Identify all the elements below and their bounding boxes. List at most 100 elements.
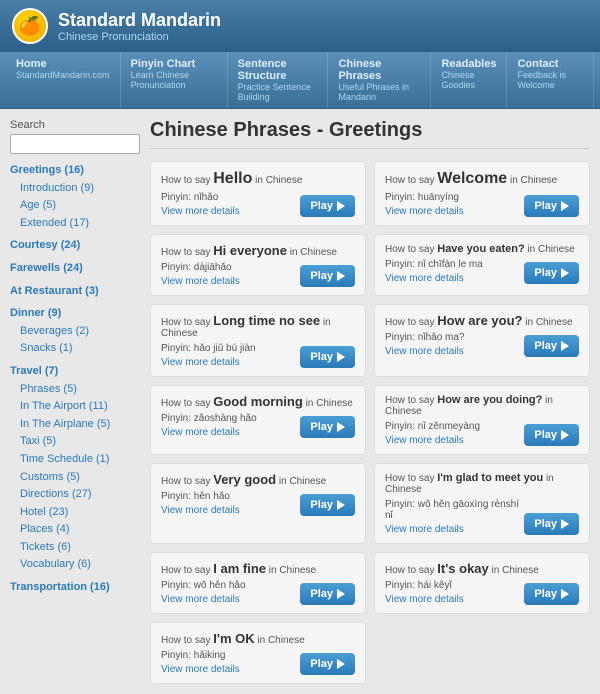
play-triangle-icon: [561, 201, 569, 211]
play-button[interactable]: Play: [524, 195, 579, 217]
sidebar-subitem[interactable]: Customs (5): [10, 469, 140, 487]
phrase-how-to: How to say I am fine in Chinese: [161, 561, 355, 576]
sidebar-subitem[interactable]: Vocabulary (6): [10, 556, 140, 574]
phrase-card: How to say It's okay in Chinese Pinyin: …: [374, 552, 590, 614]
play-triangle-icon: [561, 519, 569, 529]
sidebar-subitem[interactable]: Beverages (2): [10, 323, 140, 341]
phrase-card: How to say Good morning in Chinese Pinyi…: [150, 385, 366, 455]
nav-item-home[interactable]: HomeStandardMandarin.com: [6, 52, 121, 108]
play-button[interactable]: Play: [300, 416, 355, 438]
play-button[interactable]: Play: [300, 494, 355, 516]
sidebar-subitem[interactable]: Introduction (9): [10, 180, 140, 198]
nav-item-contact[interactable]: ContactFeedback is Welcome: [507, 52, 594, 108]
sidebar-subitem[interactable]: Places (4): [10, 521, 140, 539]
phrase-word: Hi everyone: [213, 243, 287, 258]
phrase-card: How to say I'm OK in Chinese Pinyin: hǎi…: [150, 622, 366, 684]
sidebar-category[interactable]: Courtesy (24): [10, 237, 140, 255]
play-triangle-icon: [561, 268, 569, 278]
phrase-how-to: How to say Have you eaten? in Chinese: [385, 243, 579, 255]
sidebar-category[interactable]: Travel (7): [10, 363, 140, 381]
phrase-card: How to say How are you? in Chinese Pinyi…: [374, 304, 590, 377]
phrase-card-row: Pinyin: zǎoshàng hǎo View more details P…: [161, 413, 355, 438]
phrase-view-details[interactable]: View more details: [385, 435, 464, 446]
play-triangle-icon: [337, 659, 345, 669]
phrase-left: Pinyin: hěn hǎo View more details: [161, 491, 300, 516]
sidebar-subitem[interactable]: Age (5): [10, 197, 140, 215]
play-triangle-icon: [561, 341, 569, 351]
sidebar-subitem[interactable]: Taxi (5): [10, 433, 140, 451]
play-button[interactable]: Play: [524, 513, 579, 535]
header-text: Standard Mandarin Chinese Pronunciation: [58, 10, 221, 43]
sidebar-subitem[interactable]: Tickets (6): [10, 539, 140, 557]
phrase-view-details[interactable]: View more details: [161, 505, 240, 516]
phrase-pinyin: Pinyin: hǎiking: [161, 650, 300, 661]
phrase-how-to: How to say I'm OK in Chinese: [161, 631, 355, 646]
sidebar-subitem[interactable]: Time Schedule (1): [10, 451, 140, 469]
phrase-view-details[interactable]: View more details: [385, 346, 464, 357]
phrase-view-details[interactable]: View more details: [161, 427, 240, 438]
sidebar-subitem[interactable]: Directions (27): [10, 486, 140, 504]
play-button[interactable]: Play: [300, 195, 355, 217]
phrase-view-details[interactable]: View more details: [385, 524, 464, 535]
phrase-card: How to say Have you eaten? in Chinese Pi…: [374, 234, 590, 296]
play-button[interactable]: Play: [524, 335, 579, 357]
search-input[interactable]: [10, 134, 140, 154]
phrase-left: Pinyin: nǐ chīfàn le ma View more detail…: [385, 259, 524, 284]
sidebar-subitem[interactable]: Phrases (5): [10, 381, 140, 399]
nav-item-chinese-phrases[interactable]: Chinese PhrasesUseful Phrases in Mandari…: [328, 52, 431, 108]
play-triangle-icon: [561, 430, 569, 440]
phrase-word: Have you eaten?: [437, 243, 524, 255]
phrase-card: How to say Very good in Chinese Pinyin: …: [150, 463, 366, 544]
sidebar-subitem[interactable]: Hotel (23): [10, 504, 140, 522]
sidebar-category[interactable]: Greetings (16): [10, 162, 140, 180]
phrase-word: I am fine: [213, 561, 266, 576]
phrase-view-details[interactable]: View more details: [161, 357, 240, 368]
phrase-view-details[interactable]: View more details: [161, 206, 240, 217]
sidebar-category[interactable]: At Restaurant (3): [10, 283, 140, 301]
phrase-view-details[interactable]: View more details: [385, 273, 464, 284]
play-button[interactable]: Play: [524, 583, 579, 605]
page-title: Chinese Phrases - Greetings: [150, 119, 590, 149]
play-triangle-icon: [337, 271, 345, 281]
phrase-card: How to say How are you doing? in Chinese…: [374, 385, 590, 455]
sidebar-subitem[interactable]: In The Airplane (5): [10, 416, 140, 434]
sidebar-subitem[interactable]: Snacks (1): [10, 340, 140, 358]
phrase-card-row: Pinyin: dàjiāhǎo View more details Play: [161, 262, 355, 287]
phrase-view-details[interactable]: View more details: [385, 206, 464, 217]
phrase-card-row: Pinyin: wǒ hěn hǎo View more details Pla…: [161, 580, 355, 605]
phrase-left: Pinyin: hǎiking View more details: [161, 650, 300, 675]
play-button[interactable]: Play: [300, 265, 355, 287]
phrase-how-to: How to say Welcome in Chinese: [385, 170, 579, 188]
phrase-pinyin: Pinyin: hěn hǎo: [161, 491, 300, 502]
phrase-pinyin: Pinyin: huānyíng: [385, 192, 524, 203]
play-triangle-icon: [337, 422, 345, 432]
phrase-how-to: How to say Hello in Chinese: [161, 170, 355, 188]
site-subtitle: Chinese Pronunciation: [58, 31, 221, 43]
phrase-pinyin: Pinyin: nǐ chīfàn le ma: [385, 259, 524, 270]
play-button[interactable]: Play: [300, 583, 355, 605]
nav-item-pinyin-chart[interactable]: Pinyin ChartLearn Chinese Pronunciation: [121, 52, 228, 108]
play-button[interactable]: Play: [300, 346, 355, 368]
sidebar-category[interactable]: Transportation (16): [10, 579, 140, 597]
phrase-pinyin: Pinyin: wǒ hěn hǎo: [161, 580, 300, 591]
phrase-pinyin: Pinyin: hái kěyǐ: [385, 580, 524, 591]
phrase-card-row: Pinyin: wǒ hěn gāoxìng rènshí nǐ View mo…: [385, 499, 579, 535]
sidebar-category[interactable]: Farewells (24): [10, 260, 140, 278]
phrase-word: Long time no see: [213, 313, 320, 328]
nav-item-sentence-structure[interactable]: Sentence StructurePractice Sentence Buil…: [228, 52, 329, 108]
phrase-card: How to say I'm glad to meet you in Chine…: [374, 463, 590, 544]
play-triangle-icon: [337, 500, 345, 510]
phrase-left: Pinyin: nǐhǎo ma? View more details: [385, 332, 524, 357]
play-button[interactable]: Play: [300, 653, 355, 675]
sidebar-category[interactable]: Dinner (9): [10, 305, 140, 323]
sidebar-subitem[interactable]: Extended (17): [10, 215, 140, 233]
play-button[interactable]: Play: [524, 262, 579, 284]
sidebar: Search Greetings (16)Introduction (9)Age…: [10, 119, 140, 684]
nav-item-readables[interactable]: ReadablesChinese Goodies: [431, 52, 507, 108]
phrase-view-details[interactable]: View more details: [161, 664, 240, 675]
play-button[interactable]: Play: [524, 424, 579, 446]
phrase-card-row: Pinyin: nǐhǎo View more details Play: [161, 192, 355, 217]
sidebar-subitem[interactable]: In The Airport (11): [10, 398, 140, 416]
phrase-view-details[interactable]: View more details: [161, 276, 240, 287]
main-layout: Search Greetings (16)Introduction (9)Age…: [0, 109, 600, 694]
